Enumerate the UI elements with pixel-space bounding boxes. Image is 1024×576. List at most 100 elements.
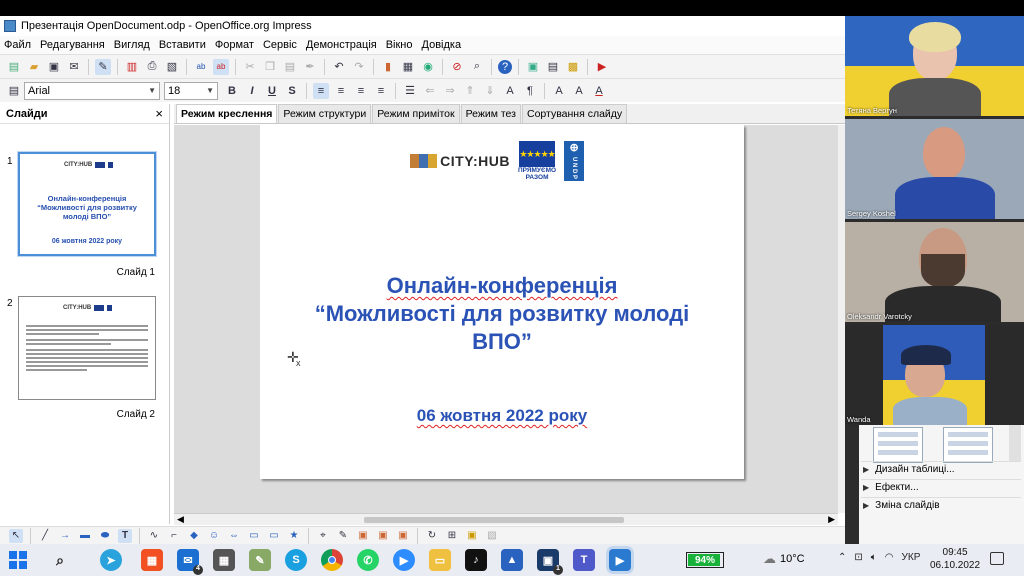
whatsapp-icon[interactable]: ✆ [357,549,379,571]
font-size-combo[interactable]: 18 ▼ [164,81,218,100]
help-icon[interactable]: ? [498,59,512,74]
arrange-icon[interactable]: ▣ [465,529,479,543]
chevron-down-icon[interactable]: ▼ [148,86,156,95]
file-explorer-icon[interactable]: ▭ [429,549,451,571]
weather-widget[interactable]: ☁ 10°C [763,551,805,567]
chart-icon[interactable]: ▮ [380,59,396,75]
redo-icon[interactable]: ↷ [351,59,367,75]
chrome-icon[interactable] [321,549,343,571]
align-icon[interactable]: ⊞ [445,529,459,543]
stars-icon[interactable]: ★ [287,529,301,543]
move-down-icon[interactable]: ⇓ [482,83,498,99]
tab-notes[interactable]: Режим приміток [372,104,460,123]
print-icon[interactable]: ⎙ [144,59,160,75]
panel-item-table-design[interactable]: ▶ Дизайн таблиці... [861,461,1021,477]
font-color-icon[interactable]: A [591,83,607,99]
email-icon[interactable]: ✉ [66,59,82,75]
panel-item-slide-transition[interactable]: ▶ Зміна слайдів [861,497,1021,513]
chevron-down-icon[interactable]: ▼ [206,86,214,95]
promote-icon[interactable]: ⇒ [442,83,458,99]
tiktok-icon[interactable]: ♪ [465,549,487,571]
line-icon[interactable]: ╱ [38,529,52,543]
increase-font-icon[interactable]: A [551,83,567,99]
app-icon[interactable]: ▣ 1 [537,549,563,575]
panel-item-effects[interactable]: ▶ Ефекти... [861,479,1021,495]
shadow-button[interactable]: S [284,83,300,99]
tab-handout[interactable]: Режим тез [460,104,521,123]
table-icon[interactable]: ▦ [400,59,416,75]
close-icon[interactable]: × [155,106,163,121]
slide-canvas[interactable]: CITY:HUB ★★★★★ ПРЯМУЄМО РАЗОМ ⊕ U N D P … [260,125,744,479]
slideshow-icon[interactable]: ▶ [594,59,610,75]
copy-icon[interactable]: ❐ [262,59,278,75]
zoom-icon[interactable]: ⌕ [469,59,485,75]
fontwork-icon[interactable]: ▣ [356,529,370,543]
bullets-icon[interactable]: ☰ [402,83,418,99]
slide-workspace[interactable]: CITY:HUB ★★★★★ ПРЯМУЄМО РАЗОМ ⊕ U N D P … [174,125,838,513]
extrusion-icon[interactable]: ▧ [485,529,499,543]
table-design-preview[interactable] [943,427,993,463]
app-icon[interactable]: ▲ [501,549,523,571]
menu-tools[interactable]: Сервіс [263,39,297,51]
table-design-preview[interactable] [873,427,923,463]
network-icon[interactable]: ⊡ [854,552,862,563]
menu-file[interactable]: Файл [4,39,31,51]
move-up-icon[interactable]: ⇑ [462,83,478,99]
paste-icon[interactable]: ▤ [282,59,298,75]
menu-view[interactable]: Вигляд [114,39,150,51]
underline-button[interactable]: U [264,83,280,99]
chevron-up-icon[interactable]: ⌃ [838,552,846,563]
battery-indicator[interactable]: 94% [686,552,724,568]
open-icon[interactable]: ▰ [26,59,42,75]
rotate-icon[interactable]: ↻ [425,529,439,543]
slide-thumbnail-2[interactable]: CITY:HUB [18,296,156,400]
select-arrow-icon[interactable]: ↖ [9,528,23,543]
tab-slide-sorter[interactable]: Сортування слайду [521,104,628,123]
clock[interactable]: 09:45 06.10.2022 [930,546,980,572]
symbol-shapes-icon[interactable]: ☺ [207,529,221,543]
mail-icon[interactable]: ✉ 4 [177,549,203,575]
styles-icon[interactable]: ▤ [6,83,22,99]
slide-layout-icon[interactable]: ▩ [565,59,581,75]
points-icon[interactable]: ⌖ [316,529,330,543]
basic-shapes-icon[interactable]: ◆ [187,529,201,543]
participant-video-3[interactable]: Oleksandr Varotcky [845,222,1024,322]
bold-button[interactable]: B [224,83,240,99]
gallery-icon[interactable]: ▣ [396,529,410,543]
demote-icon[interactable]: ⇐ [422,83,438,99]
menu-edit[interactable]: Редагування [40,39,105,51]
participant-video-1[interactable]: Тетяна Вергун [845,16,1024,116]
search-icon[interactable]: ⌕ [49,549,71,571]
wifi-icon[interactable]: ◠ [885,552,894,563]
curve-icon[interactable]: ∿ [147,529,161,543]
notifications-icon[interactable] [990,552,1004,565]
new-icon[interactable]: ▤ [6,59,22,75]
align-center-icon[interactable]: ≡ [333,83,349,99]
teams-icon[interactable]: T [573,549,595,571]
zoom-app-icon[interactable]: ▶ [393,549,415,571]
arrow-line-icon[interactable]: → [58,529,72,543]
menu-insert[interactable]: Вставити [159,39,206,51]
glue-points-icon[interactable]: ✎ [336,529,350,543]
align-left-icon[interactable]: ≡ [313,82,329,99]
align-right-icon[interactable]: ≡ [353,83,369,99]
drawing-app-icon[interactable]: ✎ [249,549,271,571]
slide-design-icon[interactable]: ▤ [545,59,561,75]
from-file-icon[interactable]: ▣ [376,529,390,543]
rectangle-icon[interactable]: ▬ [78,529,92,543]
participant-video-2[interactable]: Sergey Koshel [845,119,1024,219]
slide-icon[interactable]: ▣ [525,59,541,75]
character-icon[interactable]: A [502,83,518,99]
participant-video-4[interactable]: Wanda [845,325,1024,425]
spellcheck-icon[interactable]: ab [193,59,209,75]
save-icon[interactable]: ▣ [46,59,62,75]
volume-icon[interactable]: 🔈︎ [871,552,877,563]
autospell-icon[interactable]: ab [213,58,229,75]
calculator-icon[interactable]: ▦ [213,549,235,571]
slide-date[interactable]: 06 жовтня 2022 року [260,406,744,426]
slide-thumbnail-1[interactable]: CITY:HUB Онлайн-конференція “Можливості … [18,152,156,256]
clone-format-icon[interactable]: ✒ [302,59,318,75]
edit-file-icon[interactable]: ✎ [95,58,111,75]
menu-help[interactable]: Довідка [422,39,462,51]
print-preview-icon[interactable]: ▧ [164,59,180,75]
